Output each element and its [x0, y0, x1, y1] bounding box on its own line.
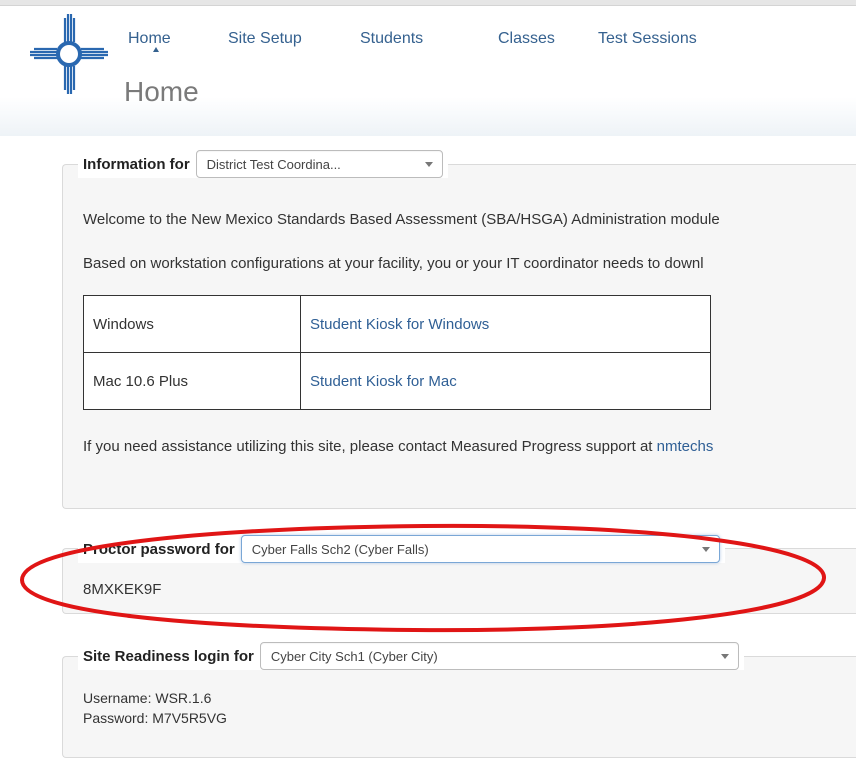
active-nav-indicator: [153, 47, 159, 52]
proctor-school-select[interactable]: Cyber Falls Sch2 (Cyber Falls): [240, 535, 720, 563]
chevron-down-icon: [424, 162, 433, 167]
assistance-message: If you need assistance utilizing this si…: [83, 438, 657, 455]
chevron-down-icon: [701, 547, 710, 552]
readiness-password: Password: M7V5R5VG: [83, 710, 227, 726]
proctor-password-for-label: Proctor password for: [83, 540, 235, 558]
chevron-down-icon: [720, 654, 729, 659]
site-readiness-legend: Site Readiness login for Cyber City Sch1…: [78, 642, 744, 670]
nav-test-sessions[interactable]: Test Sessions: [598, 30, 697, 48]
platform-cell: Windows: [83, 295, 301, 353]
configuration-text: Based on workstation configurations at y…: [83, 255, 704, 272]
welcome-text: Welcome to the New Mexico Standards Base…: [83, 211, 720, 228]
support-email-link[interactable]: nmtechs: [657, 438, 714, 455]
information-for-label: Information for: [83, 155, 190, 173]
header-band: [0, 6, 856, 136]
download-cell: Student Kiosk for Mac: [300, 352, 711, 410]
role-select[interactable]: District Test Coordina...: [195, 150, 443, 178]
table-row: Mac 10.6 Plus Student Kiosk for Mac: [83, 352, 711, 410]
table-row: Windows Student Kiosk for Windows: [83, 295, 711, 353]
student-kiosk-windows-link[interactable]: Student Kiosk for Windows: [310, 316, 489, 333]
kiosk-download-table: Windows Student Kiosk for Windows Mac 10…: [83, 295, 711, 410]
nav-home[interactable]: Home: [128, 30, 171, 48]
page-title: Home: [124, 76, 199, 107]
readiness-school-select[interactable]: Cyber City Sch1 (Cyber City): [259, 642, 739, 670]
role-select-value: District Test Coordina...: [206, 156, 341, 172]
proctor-password-legend: Proctor password for Cyber Falls Sch2 (C…: [78, 535, 725, 563]
nav-students[interactable]: Students: [360, 30, 423, 48]
proctor-school-select-value: Cyber Falls Sch2 (Cyber Falls): [251, 541, 429, 557]
readiness-username: Username: WSR.1.6: [83, 690, 212, 706]
information-legend: Information for District Test Coordina..…: [78, 150, 448, 178]
site-readiness-panel: [62, 656, 856, 758]
site-readiness-login-for-label: Site Readiness login for: [83, 647, 254, 665]
assistance-text: If you need assistance utilizing this si…: [83, 438, 713, 455]
readiness-school-select-value: Cyber City Sch1 (Cyber City): [270, 648, 438, 664]
platform-cell: Mac 10.6 Plus: [83, 352, 301, 410]
student-kiosk-mac-link[interactable]: Student Kiosk for Mac: [310, 373, 457, 390]
zia-sun-logo-icon[interactable]: [30, 14, 108, 94]
nav-classes[interactable]: Classes: [498, 30, 555, 48]
proctor-password-value: 8MXKEK9F: [83, 581, 162, 598]
download-cell: Student Kiosk for Windows: [300, 295, 711, 353]
nav-site-setup[interactable]: Site Setup: [228, 30, 302, 48]
